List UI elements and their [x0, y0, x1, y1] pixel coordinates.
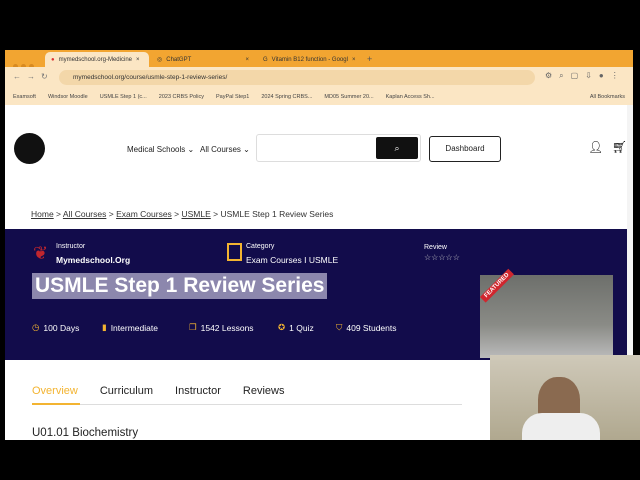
- bookmark[interactable]: Windsor Moodle: [48, 94, 88, 100]
- bookmark[interactable]: USMLE Step 1 (c...: [100, 94, 147, 100]
- category-value[interactable]: Exam Courses I USMLE: [246, 255, 338, 265]
- all-bookmarks[interactable]: All Bookmarks: [590, 94, 625, 100]
- bookmark[interactable]: 2024 Spring CRBS...: [261, 94, 312, 100]
- search-input[interactable]: ⌕: [256, 134, 421, 162]
- cart-icon[interactable]: 🛒︎: [612, 140, 627, 154]
- lessons-icon: ❐: [189, 322, 197, 332]
- bookmark-icon: [227, 243, 242, 261]
- url-input[interactable]: mymedschool.org/course/usmle-step-1-revi…: [59, 70, 535, 85]
- new-tab-button[interactable]: +: [367, 54, 372, 64]
- person-shirt: [522, 413, 600, 440]
- students-icon: ⛉: [336, 322, 343, 332]
- tab-bar: ● mymedschool.org-Medicine × ◎ ChatGPT × G Vi…: [5, 50, 633, 69]
- category-label: Category: [246, 243, 275, 250]
- breadcrumb-home[interactable]: Home: [31, 209, 54, 219]
- stat-lessons: ❐ 1542 Lessons: [189, 322, 254, 333]
- course-tabs: Overview Curriculum Instructor Reviews: [32, 385, 284, 397]
- address-bar-row: ←→↻ mymedschool.org/course/usmle-step-1-…: [5, 67, 633, 88]
- stat-level: ▮ Intermediate: [102, 322, 158, 333]
- bookmarks-bar: Examsoft Windsor Moodle USMLE Step 1 (c.…: [5, 88, 633, 105]
- tab-instructor[interactable]: Instructor: [175, 385, 221, 397]
- breadcrumb-usmle[interactable]: USMLE: [182, 209, 211, 219]
- course-title: USMLE Step 1 Review Series: [32, 273, 328, 299]
- browser-chrome: ● mymedschool.org-Medicine × ◎ ChatGPT × G Vi…: [5, 50, 633, 105]
- stat-students: ⛉ 409 Students: [336, 322, 397, 333]
- tab-mymedschool[interactable]: ● mymedschool.org-Medicine ×: [45, 52, 149, 67]
- tab-curriculum[interactable]: Curriculum: [100, 385, 153, 397]
- nav-medical-schools[interactable]: Medical Schools ⌄: [127, 145, 194, 154]
- toolbar-icons[interactable]: ⚙⌕▢⇩●⋮: [545, 71, 626, 81]
- instructor-logo-icon: ❦: [33, 243, 49, 263]
- tab-label: ChatGPT: [166, 56, 192, 63]
- review-label: Review: [424, 244, 447, 251]
- tab-label: mymedschool.org-Medicine: [58, 56, 132, 63]
- webcam-overlay: [490, 355, 640, 440]
- breadcrumb-all-courses[interactable]: All Courses: [63, 209, 106, 219]
- tab-reviews[interactable]: Reviews: [243, 385, 285, 397]
- instructor-name[interactable]: Mymedschool.Org: [56, 255, 130, 265]
- nav-buttons[interactable]: ←→↻: [13, 72, 54, 81]
- dashboard-button[interactable]: Dashboard: [429, 136, 501, 162]
- tab-vitamin[interactable]: G Vitamin B12 function - Googl ×: [257, 52, 361, 67]
- search-button[interactable]: ⌕: [376, 137, 418, 159]
- breadcrumb-exam-courses[interactable]: Exam Courses: [116, 209, 172, 219]
- close-icon[interactable]: ×: [136, 57, 140, 63]
- tab-label: Vitamin B12 function - Googl: [271, 56, 348, 63]
- close-icon[interactable]: ×: [245, 57, 249, 63]
- tab-chatgpt[interactable]: ◎ ChatGPT ×: [151, 52, 255, 67]
- stat-quiz: ✪ 1 Quiz: [278, 322, 314, 333]
- breadcrumb-current: USMLE Step 1 Review Series: [220, 209, 334, 219]
- curriculum-section-title[interactable]: U01.01 Biochemistry: [32, 427, 138, 439]
- user-icon[interactable]: 👤︎: [588, 140, 603, 154]
- site-logo[interactable]: [14, 133, 45, 164]
- tabs-divider: [32, 404, 462, 405]
- bookmark[interactable]: 2023 CRBS Policy: [159, 94, 204, 100]
- close-icon[interactable]: ×: [352, 57, 356, 63]
- bookmark[interactable]: Kaplan Access Sh...: [386, 94, 435, 100]
- active-tab-indicator: [32, 403, 80, 405]
- rating-stars-icon: ☆☆☆☆☆: [424, 253, 460, 262]
- clock-icon: ◷: [32, 322, 40, 332]
- bookmark[interactable]: MD05 Summer 20...: [324, 94, 373, 100]
- bookmark[interactable]: Examsoft: [13, 94, 36, 100]
- quiz-icon: ✪: [278, 322, 286, 332]
- breadcrumb: Home > All Courses > Exam Courses > USML…: [31, 209, 334, 219]
- course-preview-video[interactable]: FEATURED: [480, 268, 613, 358]
- bookmark[interactable]: PayPal Step1: [216, 94, 249, 100]
- stat-duration: ◷ 100 Days: [32, 322, 80, 333]
- nav-all-courses[interactable]: All Courses ⌄: [200, 145, 250, 154]
- tab-overview[interactable]: Overview: [32, 385, 78, 397]
- level-icon: ▮: [102, 322, 107, 332]
- instructor-label: Instructor: [56, 243, 86, 250]
